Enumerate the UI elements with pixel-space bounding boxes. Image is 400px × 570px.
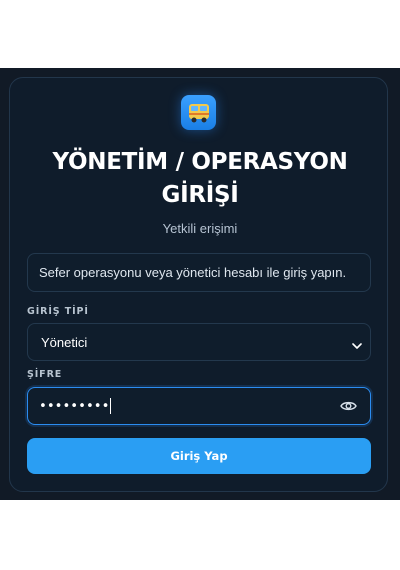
eye-icon[interactable] [340, 399, 357, 417]
password-label: ŞİFRE [27, 369, 63, 380]
login-button[interactable]: Giriş Yap [27, 438, 371, 474]
login-type-value: Yönetici [41, 334, 88, 350]
password-input[interactable]: ••••••••• [27, 387, 371, 425]
text-caret [110, 398, 112, 414]
page-subtitle: Yetkili erişimi [162, 221, 238, 236]
login-type-label: GİRİŞ TİPİ [27, 306, 89, 317]
page-title: YÖNETİM / OPERASYON GİRİŞİ [20, 146, 380, 212]
chevron-down-icon [352, 338, 362, 353]
title-line-2: GİRİŞİ [161, 182, 239, 208]
password-value: ••••••••• [39, 398, 110, 414]
info-message: Sefer operasyonu veya yönetici hesabı il… [27, 253, 371, 292]
login-type-select[interactable]: Yönetici [27, 323, 371, 361]
title-line-1: YÖNETİM / OPERASYON [52, 149, 348, 175]
bus-icon [181, 95, 216, 130]
